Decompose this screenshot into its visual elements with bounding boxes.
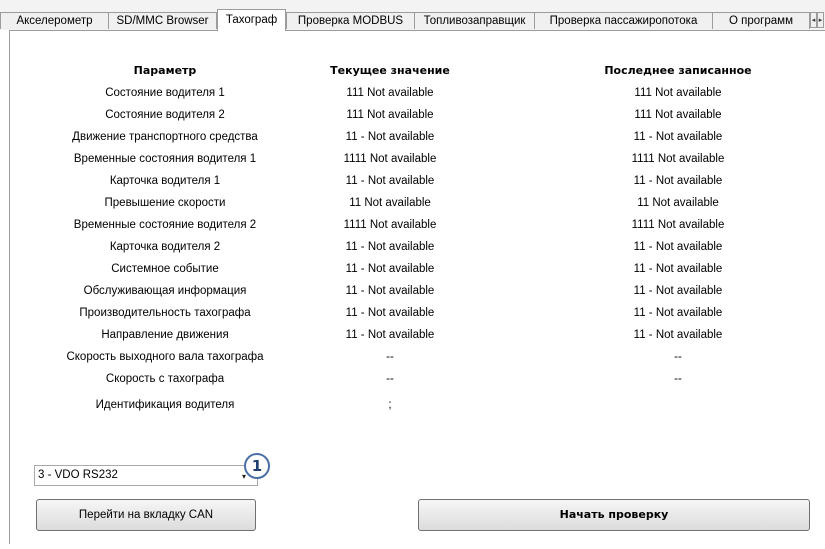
column-header: Последнее записанное (604, 64, 752, 77)
table-cell-current: 111 Not available (346, 87, 434, 99)
table-cell-current: 11 - Not available (345, 307, 435, 319)
table-cell-current: 1111 Not available (343, 219, 437, 231)
table-row: Превышение скорости 11 Not available 11 No… (0, 192, 825, 214)
table-cell-last: 111 Not available (634, 87, 722, 99)
table-row: Карточка водителя 2 11 - Not available 11 … (0, 236, 825, 258)
start-check-button[interactable]: Начать проверку (418, 499, 810, 531)
table-row: Идентификация водителя; (0, 394, 825, 416)
table-row: Направление движения 11 - Not available 11… (0, 324, 825, 346)
callout-marker: 1 (244, 453, 270, 479)
table-cell-last: 11 - Not available (633, 131, 723, 143)
table-cell-current: 11 - Not available (345, 175, 435, 187)
table-cell-last: 11 - Not available (633, 307, 723, 319)
table-row: Состояние водителя 2 111 Not available 111… (0, 104, 825, 126)
tab-tachograph[interactable]: Тахограф (217, 9, 286, 31)
table-cell-current: 11 - Not available (345, 329, 435, 341)
table-cell-last: 11 - Not available (633, 241, 723, 253)
table-cell-current: -- (386, 351, 394, 363)
table-cell-last: 11 Not available (637, 197, 719, 209)
tab-strip: Акселерометр SD/MMC Browser Тахограф Про… (0, 0, 825, 31)
tab-scroll-buttons: ◂ ▸ (810, 12, 825, 28)
table-cell-current: 111 Not available (346, 109, 434, 121)
table-cell-last: 11 - Not available (633, 329, 723, 341)
tab-scroll-left-icon[interactable]: ◂ (810, 12, 817, 28)
table-cell-current: 11 - Not available (345, 131, 435, 143)
tab-passenger-flow[interactable]: Проверка пассажиропотока (534, 12, 713, 29)
goto-can-tab-button[interactable]: Перейти на вкладку CAN (36, 499, 256, 531)
protocol-select[interactable]: 3 - VDO RS232 (34, 465, 258, 486)
table-cell-current: 11 - Not available (345, 241, 435, 253)
table-cell-last: 11 - Not available (633, 263, 723, 275)
table-row: Состояние водителя 1 111 Not available 111… (0, 82, 825, 104)
tab-about[interactable]: О программ (712, 12, 810, 29)
tab-sd-mmc-browser[interactable]: SD/MMC Browser (108, 12, 217, 29)
table-cell-last: 1111 Not available (631, 153, 725, 165)
table-row: Скорость выходного вала тахографа -- -- (0, 346, 825, 368)
table-cell-last: -- (674, 373, 682, 385)
table-row: Временные состояние водителя 2 1111 Not a… (0, 214, 825, 236)
table-row: Временные состояния водителя 1 1111 Not a… (0, 148, 825, 170)
tab-accelerometer[interactable]: Акселерометр (0, 12, 109, 29)
table-cell-current: 11 - Not available (345, 263, 435, 275)
table-cell-last: 111 Not available (634, 109, 722, 121)
table-cell-last: -- (674, 351, 682, 363)
column-header: Текущее значение (330, 64, 450, 77)
tab-modbus-check[interactable]: Проверка MODBUS (286, 12, 415, 29)
table-header-row: Параметр Текущее значение Последнее записа… (0, 60, 825, 82)
table-row: Обслуживающая информация 11 - Not availab… (0, 280, 825, 302)
table-cell-current: 1111 Not available (343, 153, 437, 165)
table-cell-last: 11 - Not available (633, 285, 723, 297)
table-cell-current: ; (388, 399, 392, 411)
table-row: Производительность тахографа 11 - Not ava… (0, 302, 825, 324)
tab-scroll-right-icon[interactable]: ▸ (817, 12, 824, 28)
table-cell-last: 1111 Not available (631, 219, 725, 231)
table-cell-current: -- (386, 373, 394, 385)
table-cell-last: 11 - Not available (633, 175, 723, 187)
table-cell-current: 11 Not available (349, 197, 431, 209)
table-row: Карточка водителя 1 11 - Not available 11 … (0, 170, 825, 192)
table-row: Системное событие 11 - Not available 11 - … (0, 258, 825, 280)
table-cell-current: 11 - Not available (345, 285, 435, 297)
table-row: Скорость с тахографа -- -- (0, 368, 825, 390)
table-row: Движение транспортного средства 11 - Not … (0, 126, 825, 148)
tab-fuel-tanker[interactable]: Топливозаправщик (414, 12, 535, 29)
